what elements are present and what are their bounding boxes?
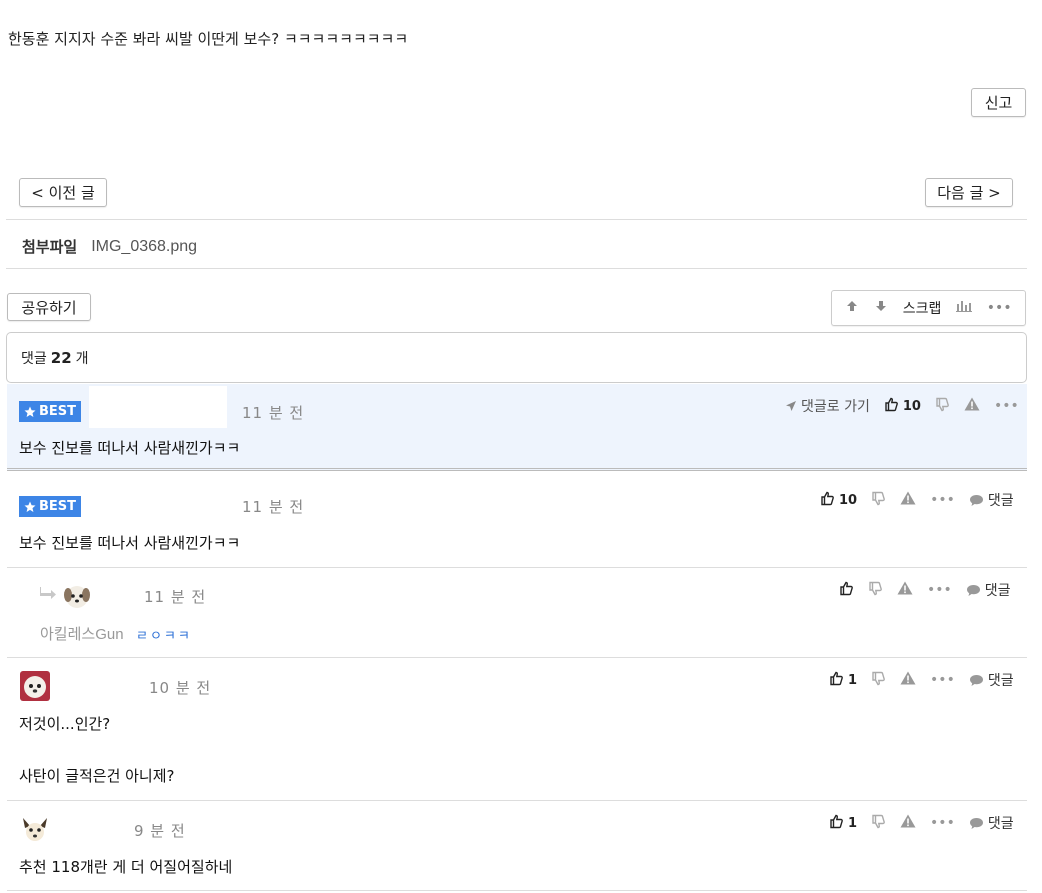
like-button[interactable]: 10 (884, 397, 921, 416)
warning-icon[interactable] (900, 814, 916, 832)
comment-item: BEST 11 분 전 10 ••• 댓글 보수 진보를 떠나서 사람새낀가ㅋㅋ (7, 478, 1027, 568)
best-badge: BEST (19, 496, 82, 517)
like-count: 10 (902, 398, 921, 414)
reply-button[interactable]: 댓글 (969, 670, 1014, 690)
post-body: 한동훈 지지자 수준 봐라 씨발 이딴게 보수? ㅋㅋㅋㅋㅋㅋㅋㅋㅋ (8, 30, 409, 48)
comment-text-line: 저것이...인간? (19, 715, 111, 733)
arrow-up-icon[interactable] (845, 299, 859, 317)
arrow-down-icon[interactable] (874, 299, 888, 317)
avatar[interactable] (62, 581, 92, 611)
thumbs-down-icon[interactable] (868, 581, 883, 600)
divider (6, 219, 1027, 220)
like-button[interactable]: 1 (829, 671, 857, 690)
comment-count-suffix: 개 (75, 350, 89, 367)
attachment-label: 첨부파일 (22, 238, 78, 256)
comment-count-prefix: 댓글 (21, 350, 47, 367)
thumbs-down-icon[interactable] (935, 397, 950, 416)
like-count: 1 (848, 815, 858, 831)
comment-text: 보수 진보를 떠나서 사람새낀가ㅋㅋ (19, 439, 241, 457)
comment-time: 10 분 전 (149, 679, 212, 697)
more-icon[interactable]: ••• (994, 398, 1019, 414)
reply-arrow-icon (39, 585, 57, 604)
thumbs-up-icon (829, 671, 844, 690)
comment-actions: 댓글로 가기 10 ••• (785, 396, 1019, 416)
comment-item: 9 분 전 1 ••• 댓글 추천 118개란 게 더 어질어질하네 (7, 801, 1027, 891)
comment-text: 추천 118개란 게 더 어질어질하네 (19, 858, 233, 876)
comment-count: 22 (50, 348, 72, 367)
like-button[interactable]: 10 (820, 491, 857, 510)
comment-actions: 1 ••• 댓글 (829, 813, 1014, 833)
reply-button[interactable]: 댓글 (969, 490, 1014, 510)
thumbs-up-icon (884, 397, 899, 416)
warning-icon[interactable] (897, 581, 913, 599)
warning-icon[interactable] (900, 671, 916, 689)
speech-bubble-icon (969, 817, 983, 829)
best-badge: BEST (19, 401, 82, 422)
warning-icon[interactable] (900, 491, 916, 509)
avatar[interactable] (20, 814, 50, 844)
comment-actions: ••• 댓글 (839, 580, 1011, 600)
warning-icon[interactable] (964, 397, 980, 415)
thumbs-up-icon (829, 814, 844, 833)
report-button[interactable]: 신고 (971, 88, 1026, 117)
comment-text: 보수 진보를 떠나서 사람새낀가ㅋㅋ (19, 534, 241, 552)
comment-time: 11 분 전 (144, 588, 207, 606)
comment-time: 11 분 전 (242, 404, 305, 422)
speech-bubble-icon (966, 584, 980, 596)
reply-button[interactable]: 댓글 (966, 580, 1011, 600)
like-count: 1 (848, 672, 858, 688)
thumbs-down-icon[interactable] (871, 814, 886, 833)
next-post-button[interactable]: 다음 글 > (925, 178, 1013, 207)
reply-to-nickname[interactable]: 아킬레스Gun (40, 623, 124, 644)
best-comment-pinned: BEST 11 분 전 댓글로 가기 10 ••• 보수 진보를 떠나서 사람새… (7, 384, 1027, 471)
more-icon[interactable]: ••• (930, 672, 955, 688)
thumbs-down-icon[interactable] (871, 491, 886, 510)
like-count: 10 (839, 492, 858, 508)
thumbs-up-icon (820, 491, 835, 510)
share-button[interactable]: 공유하기 (7, 293, 91, 321)
bar-chart-icon[interactable] (956, 300, 973, 316)
speech-bubble-icon (969, 494, 983, 506)
post-toolbar: 스크랩 ••• (831, 290, 1026, 326)
comment-text: ㄹㅇㅋㅋ (136, 629, 192, 644)
avatar[interactable] (20, 671, 50, 701)
comment-time: 9 분 전 (134, 822, 186, 840)
attachment-file-link[interactable]: IMG_0368.png (91, 238, 197, 256)
star-icon (24, 501, 36, 512)
prev-post-button[interactable]: < 이전 글 (19, 178, 107, 207)
more-icon[interactable]: ••• (987, 300, 1012, 316)
thumbs-up-icon[interactable] (839, 581, 854, 600)
comment-time: 11 분 전 (242, 498, 305, 516)
thumbs-down-icon[interactable] (871, 671, 886, 690)
scrap-button[interactable]: 스크랩 (903, 298, 942, 318)
star-icon (24, 406, 36, 417)
comment-count-header: 댓글 22 개 (6, 332, 1027, 383)
more-icon[interactable]: ••• (930, 815, 955, 831)
send-icon (786, 401, 796, 411)
author-name-hidden (89, 386, 227, 428)
divider (6, 268, 1027, 269)
comment-actions: 1 ••• 댓글 (829, 670, 1014, 690)
reply-button[interactable]: 댓글 (969, 813, 1014, 833)
like-button[interactable]: 1 (829, 814, 857, 833)
more-icon[interactable]: ••• (930, 492, 955, 508)
goto-comment-button[interactable]: 댓글로 가기 (785, 396, 870, 416)
attachment-row: 첨부파일 IMG_0368.png (22, 236, 197, 257)
comment-text-line: 사탄이 글적은건 아니제? (19, 767, 175, 785)
comment-item: 10 분 전 1 ••• 댓글 저것이...인간? 사탄이 글적은건 아니제? (7, 658, 1027, 801)
more-icon[interactable]: ••• (927, 582, 952, 598)
comment-actions: 10 ••• 댓글 (820, 490, 1014, 510)
speech-bubble-icon (969, 674, 983, 686)
comment-item-reply: 11 분 전 ••• 댓글 아킬레스Gun ㄹㅇㅋㅋ (7, 568, 1027, 658)
